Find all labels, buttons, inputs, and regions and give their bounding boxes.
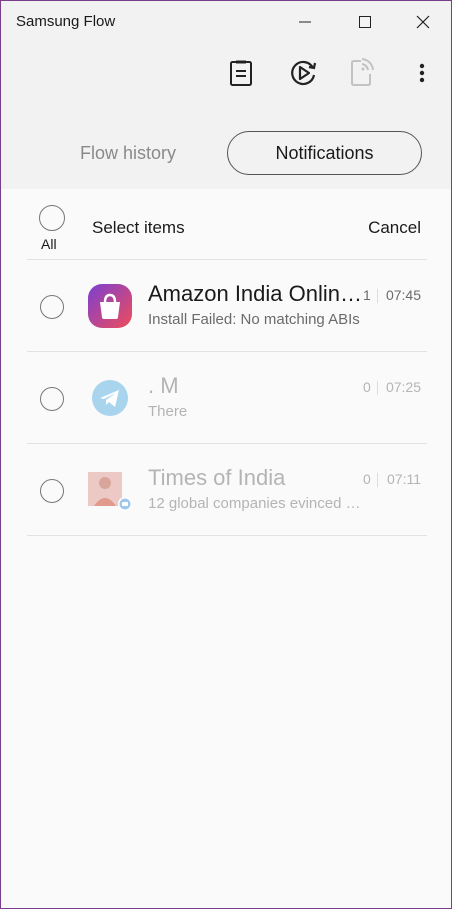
select-items-label: Select items — [92, 218, 185, 237]
notification-row[interactable]: Amazon India Online Shopping Install Fai… — [1, 260, 451, 352]
notification-subtitle: There — [148, 403, 188, 420]
more-options-button[interactable] — [406, 57, 438, 89]
title-bar: Samsung Flow — [1, 1, 451, 43]
maximize-icon — [359, 16, 371, 28]
separator — [377, 473, 378, 487]
separator — [377, 381, 378, 395]
smart-view-icon — [291, 60, 317, 86]
notification-count: 1 — [363, 287, 371, 303]
notification-row[interactable]: Times of India 12 global companies evinc… — [1, 444, 451, 536]
separator — [377, 289, 378, 303]
minimize-icon — [299, 21, 311, 23]
notification-time: 07:11 — [387, 471, 421, 487]
minimize-button[interactable] — [283, 5, 327, 39]
tab-flow-history[interactable]: Flow history — [53, 131, 203, 175]
phone-cast-button[interactable] — [345, 57, 377, 89]
row-checkbox[interactable] — [40, 479, 64, 503]
header-area: Samsung Flow Flow history Notifications — [1, 1, 451, 189]
notification-time: 07:25 — [385, 379, 421, 395]
phone-cast-icon — [351, 58, 374, 86]
notification-subtitle: Install Failed: No matching ABIs — [148, 311, 360, 328]
smart-view-button[interactable] — [287, 57, 319, 89]
close-icon — [416, 15, 430, 29]
divider — [27, 535, 427, 536]
notification-count: 0 — [363, 471, 371, 487]
notification-title: Times of India — [148, 465, 286, 490]
shopping-bag-icon — [88, 284, 132, 328]
notification-subtitle: 12 global companies evinced interest — [148, 495, 363, 512]
cancel-button[interactable]: Cancel — [368, 218, 421, 238]
maximize-button[interactable] — [343, 5, 387, 39]
notification-count: 0 — [363, 379, 371, 395]
row-checkbox[interactable] — [40, 387, 64, 411]
notification-row[interactable]: . M There 0 07:25 — [1, 352, 451, 444]
tab-notifications[interactable]: Notifications — [227, 131, 422, 175]
notification-title: . M — [148, 373, 179, 398]
more-options-icon — [419, 63, 425, 83]
telegram-icon — [88, 376, 132, 420]
contact-photo-icon — [88, 468, 132, 512]
window-title: Samsung Flow — [16, 13, 116, 30]
selection-bar: All Select items Cancel — [1, 191, 451, 259]
row-checkbox[interactable] — [40, 295, 64, 319]
close-button[interactable] — [401, 5, 445, 39]
select-all-checkbox[interactable] — [39, 205, 65, 231]
notification-time: 07:45 — [385, 287, 421, 303]
clipboard-icon — [230, 60, 252, 86]
clipboard-button[interactable] — [225, 57, 257, 89]
samsung-flow-window: Samsung Flow Flow history Notifications … — [0, 0, 452, 909]
select-all-label: All — [41, 236, 57, 252]
notification-title: Amazon India Online Shopping — [148, 281, 363, 306]
